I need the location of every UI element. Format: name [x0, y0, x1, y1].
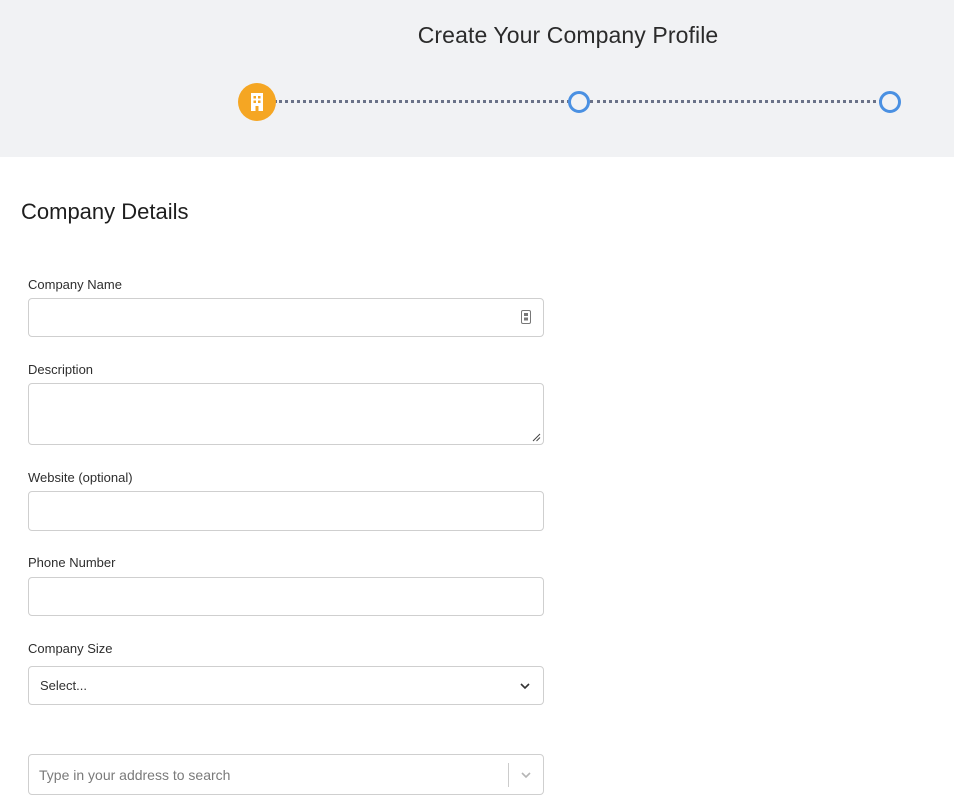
company-size-select[interactable]: Select... — [28, 666, 544, 705]
phone-label: Phone Number — [28, 555, 116, 570]
chevron-down-icon[interactable] — [520, 769, 532, 781]
phone-field-wrapper — [28, 577, 544, 616]
website-label: Website (optional) — [28, 470, 133, 485]
step-2-indicator[interactable] — [568, 91, 590, 113]
description-field-wrapper — [28, 383, 544, 445]
company-name-label: Company Name — [28, 277, 122, 292]
resize-grip-icon[interactable] — [532, 433, 541, 442]
step-connector-2 — [590, 100, 882, 103]
keypad-icon — [521, 310, 531, 324]
building-icon — [251, 93, 263, 111]
description-textarea[interactable] — [29, 384, 543, 444]
step-connector-1 — [274, 100, 570, 103]
step-1-company-details[interactable] — [238, 83, 276, 121]
address-search-separator — [508, 763, 509, 787]
chevron-down-icon — [520, 683, 530, 690]
website-input[interactable] — [29, 492, 543, 530]
page-title: Create Your Company Profile — [417, 22, 719, 48]
company-name-field-wrapper — [28, 298, 544, 337]
company-size-label: Company Size — [28, 641, 113, 656]
page-header: Create Your Company Profile — [0, 0, 954, 157]
address-search-select[interactable]: Type in your address to search — [28, 754, 544, 795]
step-3-indicator[interactable] — [879, 91, 901, 113]
company-size-selected-value: Select... — [40, 678, 87, 693]
address-search-placeholder: Type in your address to search — [39, 767, 231, 783]
description-label: Description — [28, 362, 94, 377]
section-title: Company Details — [21, 199, 189, 224]
website-field-wrapper — [28, 491, 544, 531]
company-name-input[interactable] — [29, 299, 543, 336]
phone-input[interactable] — [29, 578, 543, 615]
